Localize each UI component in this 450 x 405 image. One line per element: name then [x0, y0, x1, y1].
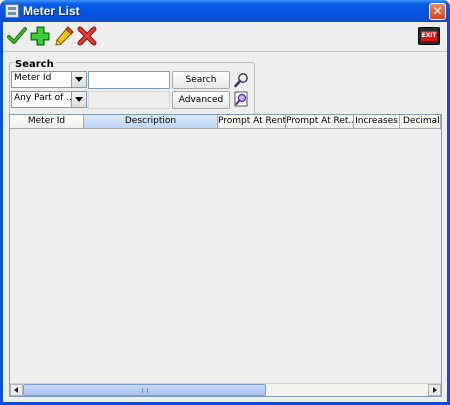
client-area: EXIT Search Meter Id Any Part of ... Sea… [3, 22, 447, 402]
document-search-icon [234, 91, 248, 107]
exit-icon: EXIT [421, 31, 437, 41]
column-header-prompt-at-return[interactable]: Prompt At Ret... [286, 115, 354, 128]
table-body[interactable] [10, 130, 441, 383]
app-window-icon [5, 4, 19, 18]
exit-button[interactable]: EXIT [418, 27, 440, 45]
advanced-find-button[interactable] [234, 91, 250, 107]
column-header-increases[interactable]: Increases [354, 115, 400, 128]
column-header-decimal-places[interactable]: Decimal P [400, 115, 441, 128]
search-button[interactable]: Search [172, 71, 230, 89]
add-button[interactable] [29, 25, 51, 47]
toolbar: EXIT [3, 22, 447, 52]
delete-x-icon [77, 26, 97, 46]
magnifier-icon [234, 73, 248, 88]
search-input-disabled [88, 91, 170, 109]
advanced-button[interactable]: Advanced [172, 91, 230, 109]
column-header-prompt-at-rent[interactable]: Prompt At Rent [218, 115, 286, 128]
search-input[interactable] [88, 71, 170, 89]
pencil-icon [55, 26, 74, 46]
chevron-down-icon[interactable] [71, 72, 86, 87]
title-bar[interactable]: Meter List ✕ [0, 0, 450, 22]
column-header-description[interactable]: Description [84, 115, 218, 128]
search-field-combo[interactable]: Meter Id [11, 71, 87, 88]
meter-table[interactable]: Meter Id Description Prompt At Rent Prom… [9, 114, 442, 397]
window-title: Meter List [23, 4, 80, 18]
plus-icon [30, 26, 50, 46]
checkmark-icon [7, 27, 27, 44]
column-header-meter-id[interactable]: Meter Id [10, 115, 84, 128]
scrollbar-thumb[interactable] [23, 384, 266, 396]
meter-list-window: Meter List ✕ EXIT Search Meter Id Any Pa… [0, 0, 450, 405]
match-type-combo[interactable]: Any Part of ... [11, 91, 87, 108]
search-field-value: Meter Id [14, 73, 52, 83]
scroll-left-icon[interactable] [10, 384, 23, 396]
edit-button[interactable] [53, 25, 75, 47]
table-header: Meter Id Description Prompt At Rent Prom… [10, 115, 441, 129]
chevron-down-icon[interactable] [71, 92, 86, 107]
match-type-value: Any Part of ... [14, 93, 75, 103]
scroll-right-icon[interactable] [428, 384, 441, 396]
search-legend: Search [14, 59, 55, 70]
close-button[interactable]: ✕ [429, 3, 446, 20]
find-button[interactable] [234, 72, 250, 88]
delete-button[interactable] [76, 25, 98, 47]
accept-button[interactable] [6, 25, 28, 47]
horizontal-scrollbar[interactable] [10, 383, 441, 396]
